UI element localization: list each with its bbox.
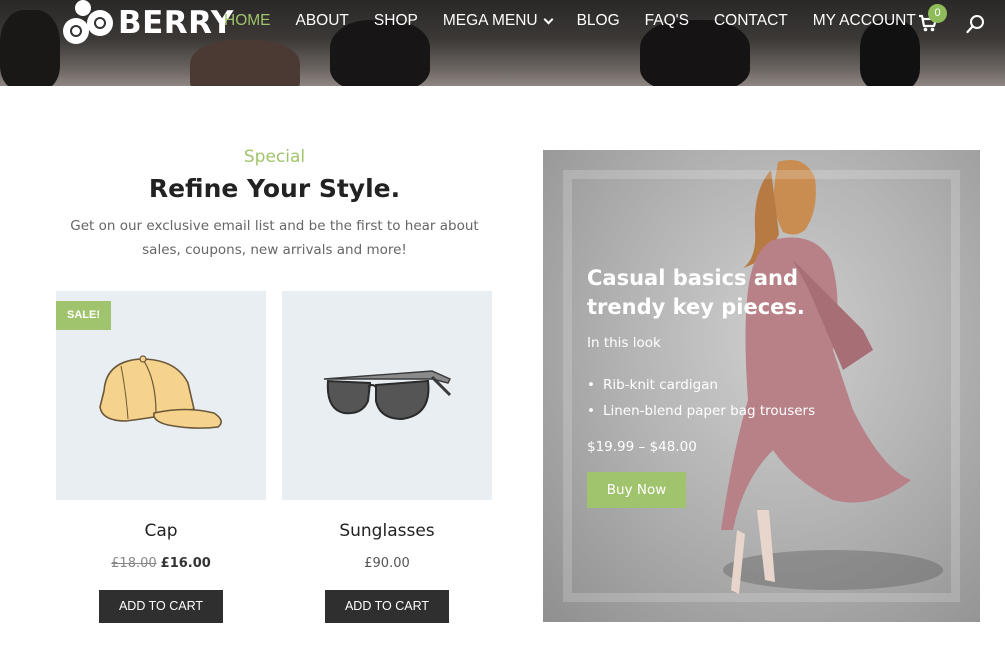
search-icon[interactable] bbox=[966, 14, 986, 34]
product-image[interactable] bbox=[282, 291, 492, 500]
nav-label: MY ACCOUNT bbox=[812, 12, 916, 29]
promo-item-list: Rib-knit cardigan Linen-blend paper bag … bbox=[587, 372, 815, 424]
nav-item-faqs[interactable]: FAQ'S bbox=[645, 12, 689, 30]
logo-text: BERRY bbox=[118, 5, 234, 41]
sale-price: £16.00 bbox=[160, 556, 211, 571]
section-title: Refine Your Style. bbox=[148, 174, 401, 203]
product-price: £18.00 £16.00 bbox=[56, 556, 266, 571]
section-subtitle: Special bbox=[243, 147, 306, 167]
nav-item-my-account[interactable]: MY ACCOUNT bbox=[813, 12, 916, 30]
section-intro: Get on our exclusive email list and be t… bbox=[70, 218, 479, 258]
cap-icon bbox=[99, 355, 222, 429]
nav-item-about[interactable]: ABOUT bbox=[296, 12, 349, 30]
nav-label: BLOG bbox=[576, 12, 620, 29]
site-header: BERRY HOME ABOUT SHOP MEGA MENU BLOG FAQ… bbox=[0, 0, 1005, 86]
nav-label: HOME bbox=[224, 12, 271, 29]
promo-look-label: In this look bbox=[587, 335, 661, 351]
product-card-sunglasses: Sunglasses £90.00 ADD TO CART bbox=[282, 291, 492, 623]
promo-banner: Casual basics and trendy key pieces. In … bbox=[543, 150, 980, 622]
add-to-cart-button[interactable]: ADD TO CART bbox=[325, 590, 449, 623]
cart-count-badge: 0 bbox=[928, 4, 947, 23]
list-item: Linen-blend paper bag trousers bbox=[587, 398, 815, 424]
list-item: Rib-knit cardigan bbox=[587, 372, 815, 398]
nav-item-shop[interactable]: SHOP bbox=[374, 12, 418, 30]
boot-image bbox=[190, 40, 300, 86]
old-price: £18.00 bbox=[111, 556, 157, 571]
nav-label: ABOUT bbox=[295, 12, 349, 29]
buy-now-button[interactable]: Buy Now bbox=[587, 472, 686, 508]
product-card-cap: SALE! Cap £18.00 £16.00 ADD TO CART bbox=[56, 291, 266, 623]
nav-item-contact[interactable]: CONTACT bbox=[714, 12, 788, 30]
sunglasses-icon bbox=[323, 370, 452, 421]
nav-item-blog[interactable]: BLOG bbox=[577, 12, 620, 30]
boot-image bbox=[0, 10, 60, 86]
main-nav: HOME ABOUT SHOP MEGA MENU BLOG FAQ'S CON… bbox=[224, 12, 941, 30]
nav-label: FAQ'S bbox=[644, 12, 689, 29]
product-name[interactable]: Sunglasses bbox=[282, 521, 492, 541]
product-name[interactable]: Cap bbox=[56, 521, 266, 541]
product-image[interactable]: SALE! bbox=[56, 291, 266, 500]
add-to-cart-button[interactable]: ADD TO CART bbox=[99, 590, 223, 623]
price: £90.00 bbox=[364, 556, 410, 571]
promo-price-range: $19.99 – $48.00 bbox=[587, 439, 697, 455]
nav-label: MEGA MENU bbox=[442, 12, 538, 29]
nav-item-mega-menu[interactable]: MEGA MENU bbox=[442, 12, 554, 30]
promo-title: Casual basics and trendy key pieces. bbox=[587, 266, 805, 319]
nav-item-home[interactable]: HOME bbox=[224, 12, 271, 30]
nav-label: SHOP bbox=[373, 12, 418, 29]
chevron-down-icon bbox=[543, 14, 554, 24]
site-logo[interactable]: BERRY bbox=[62, 0, 234, 46]
nav-label: CONTACT bbox=[713, 12, 788, 29]
product-price: £90.00 bbox=[282, 556, 492, 571]
berry-logo-icon bbox=[62, 0, 118, 46]
